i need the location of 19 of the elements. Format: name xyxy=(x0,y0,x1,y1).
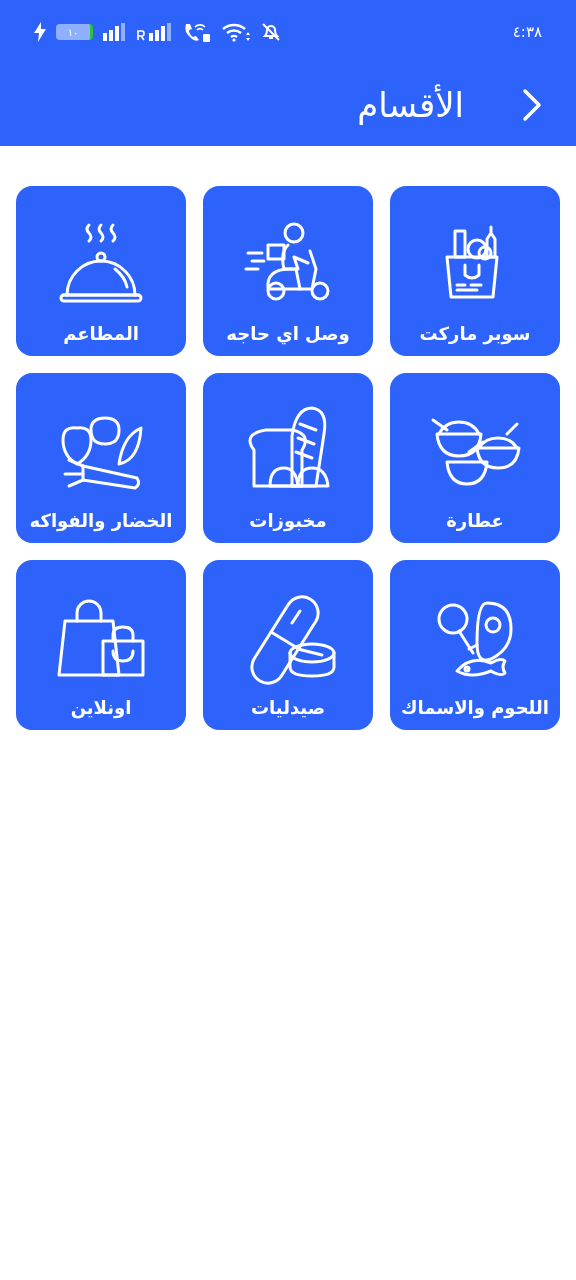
roaming-signal-icon xyxy=(137,23,173,41)
category-tile[interactable]: صيدليات xyxy=(203,560,373,730)
back-chevron-icon[interactable] xyxy=(522,88,542,122)
category-tile[interactable]: الخضار والفواكه xyxy=(16,373,186,543)
category-tile[interactable]: المطاعم xyxy=(16,186,186,356)
muted-bell-icon xyxy=(261,22,281,42)
category-tile[interactable]: سوبر ماركت xyxy=(390,186,560,356)
category-tile[interactable]: مخبوزات xyxy=(203,373,373,543)
wifi-icon xyxy=(221,22,251,42)
wifi-call-icon xyxy=(183,22,211,42)
signal-icon xyxy=(103,23,127,41)
category-tile[interactable]: اللحوم والاسماك xyxy=(390,560,560,730)
category-tile[interactable]: وصل اي حاجه xyxy=(203,186,373,356)
status-time: ٤:٣٨ xyxy=(512,23,542,41)
category-tile[interactable]: اونلاين xyxy=(16,560,186,730)
charging-icon xyxy=(34,22,46,42)
battery-level: ١٠ xyxy=(56,24,93,40)
page-title: الأقسام xyxy=(357,85,464,125)
category-tile[interactable]: عطارة xyxy=(390,373,560,543)
